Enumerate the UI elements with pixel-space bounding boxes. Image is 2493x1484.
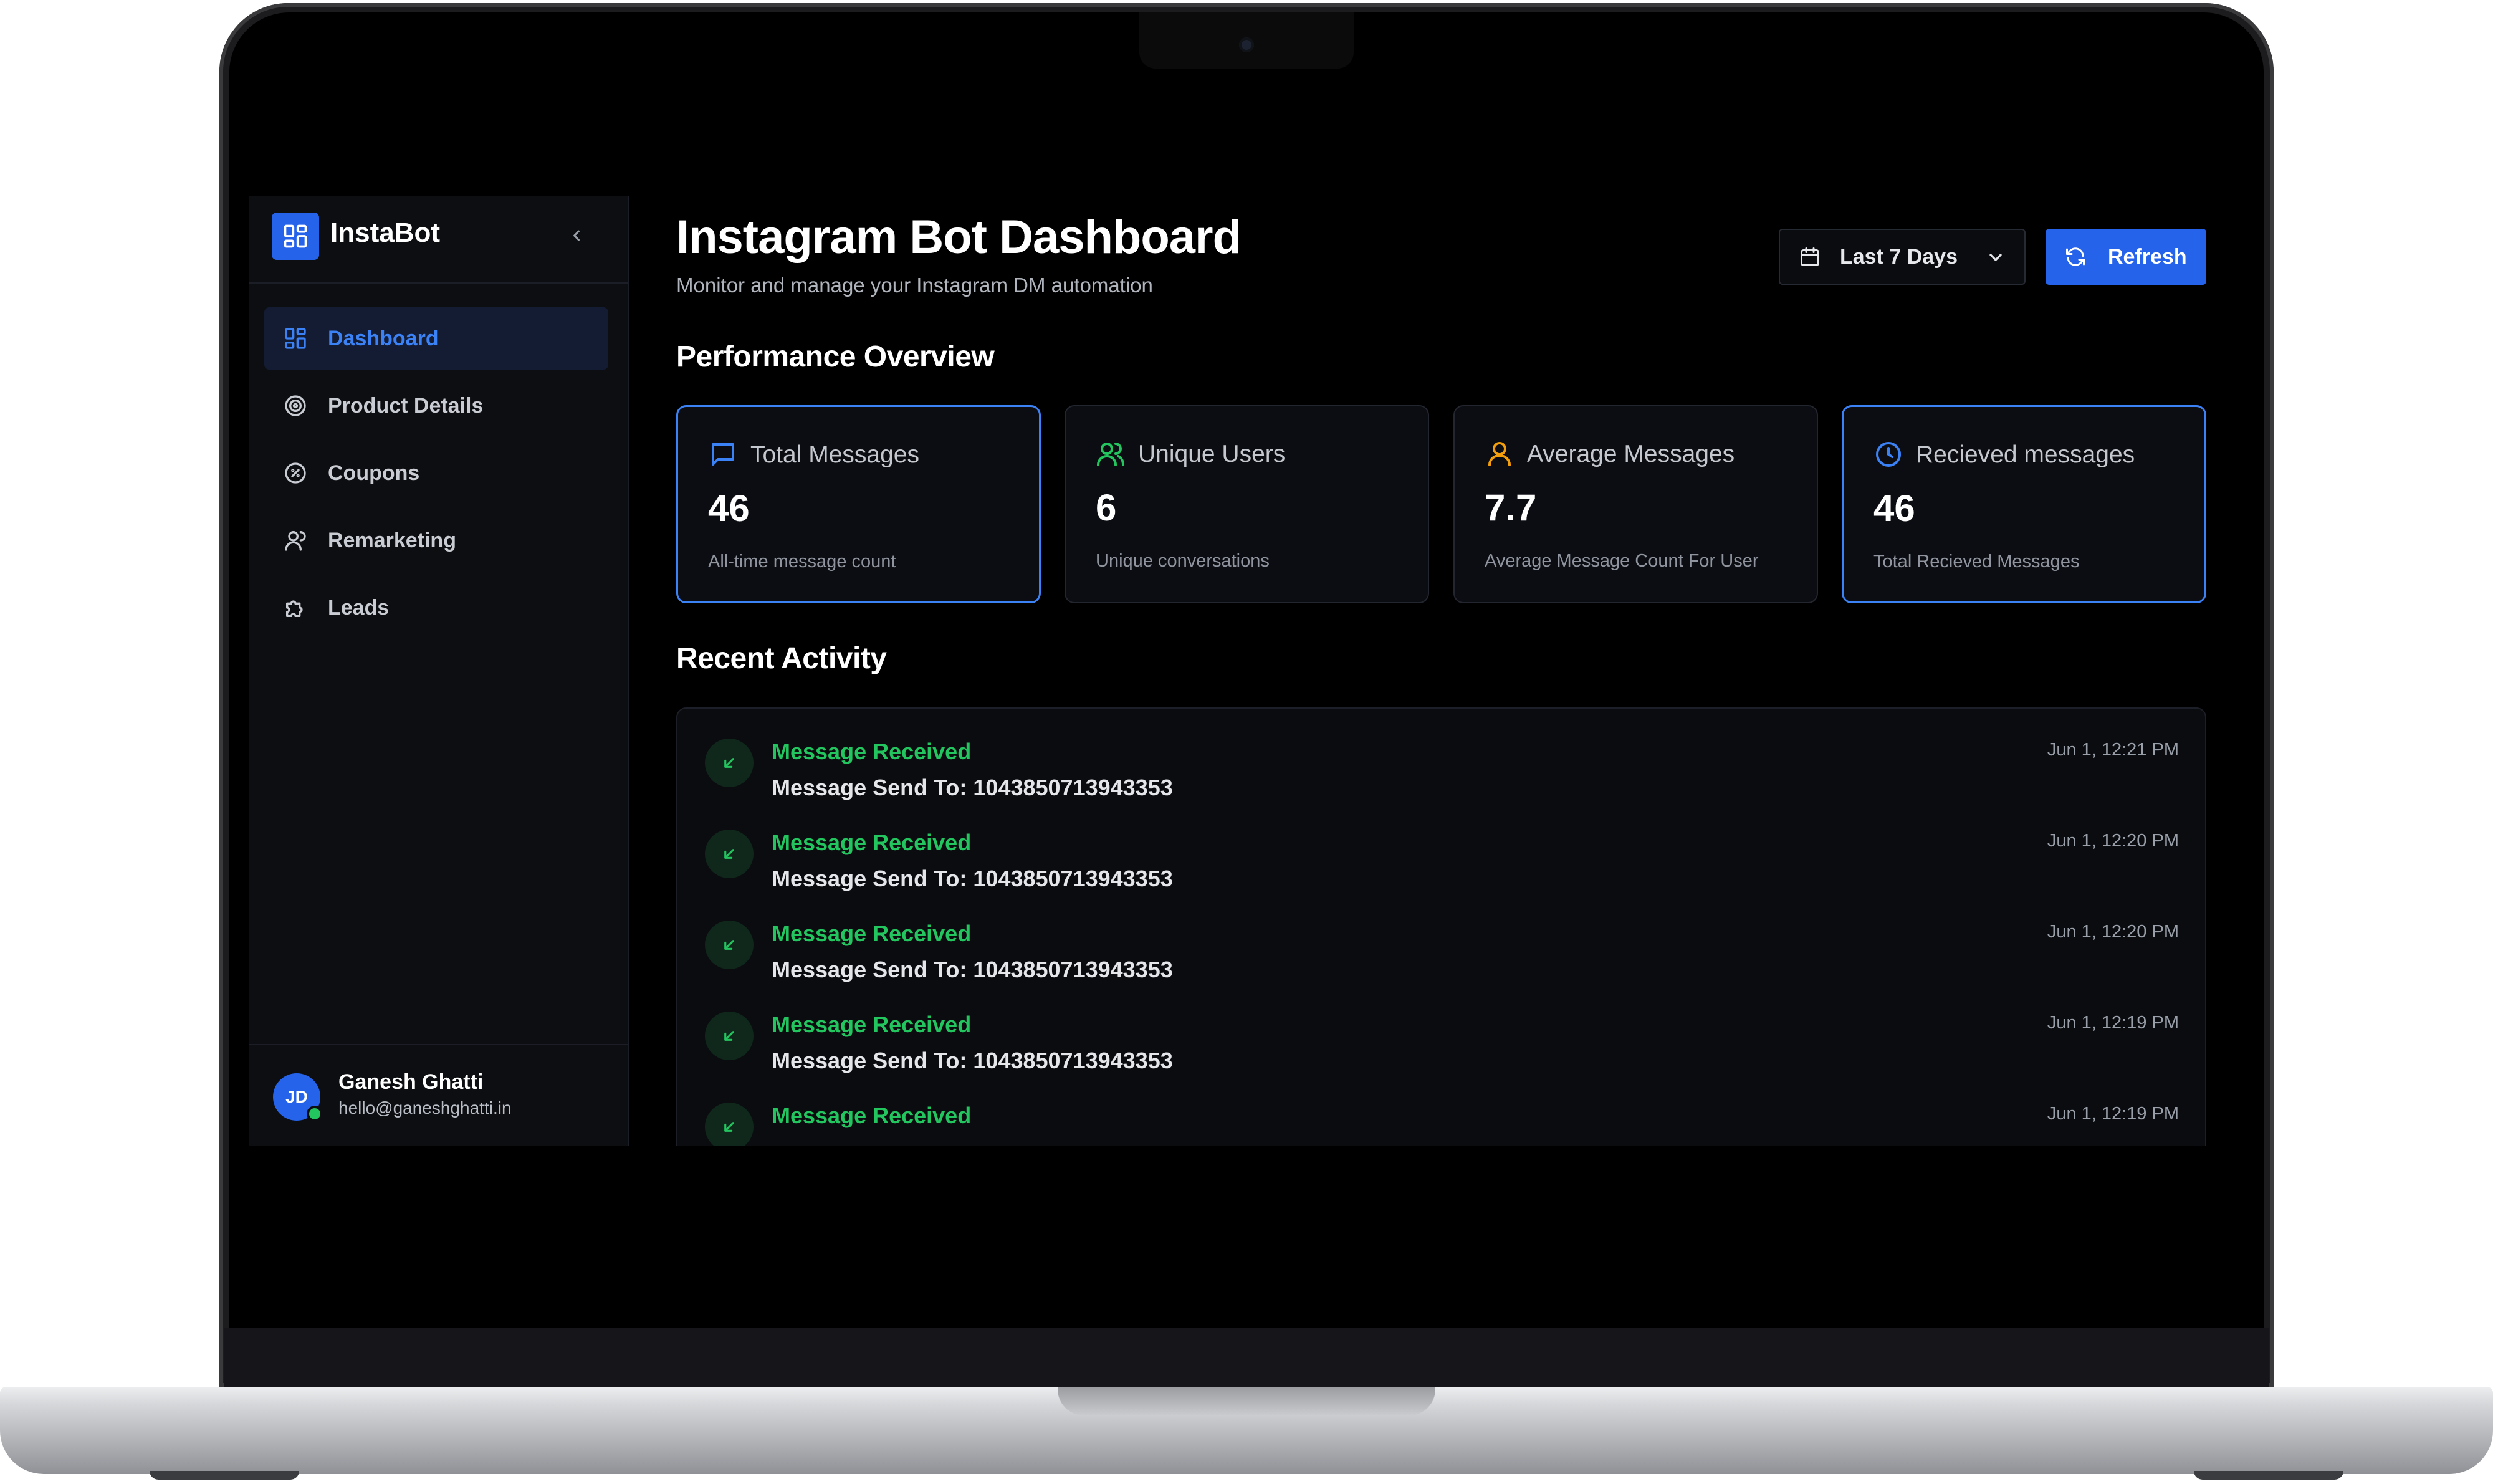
sidebar-item-label: Coupons bbox=[328, 461, 420, 485]
arrow-down-left-icon bbox=[705, 1103, 754, 1146]
clock-icon bbox=[1876, 442, 1901, 467]
activity-title: Recent Activity bbox=[676, 642, 887, 675]
sidebar-item-label: Dashboard bbox=[328, 326, 439, 350]
activity-time: Jun 1, 12:20 PM bbox=[2047, 831, 2179, 851]
puzzle-icon bbox=[282, 594, 309, 621]
stat-label: Recieved messages bbox=[1916, 441, 2135, 468]
arrow-down-left-icon bbox=[705, 1012, 754, 1060]
activity-list[interactable]: Message Received Message Send To: 104385… bbox=[676, 707, 2206, 1146]
app-name: InstaBot bbox=[330, 218, 440, 248]
laptop-chin bbox=[224, 1328, 2269, 1387]
coupon-icon bbox=[282, 459, 309, 487]
sidebar-item-coupons[interactable]: Coupons bbox=[264, 442, 608, 504]
date-range-label: Last 7 Days bbox=[1840, 244, 1958, 269]
sidebar-nav: Dashboard Product Details Coupons Remark… bbox=[264, 307, 608, 644]
stat-label: Unique Users bbox=[1138, 441, 1286, 467]
stat-card-average-messages: Average Messages 7.7 Average Message Cou… bbox=[1453, 405, 1818, 603]
activity-item[interactable]: Message Received Message Send To: 104385… bbox=[677, 800, 2205, 891]
activity-title: Message Received bbox=[772, 921, 972, 946]
stat-note: Total Recieved Messages bbox=[1873, 552, 2080, 572]
arrow-down-left-icon bbox=[705, 830, 754, 878]
refresh-button[interactable]: Refresh bbox=[2046, 229, 2206, 285]
stat-value: 6 bbox=[1096, 487, 1117, 529]
stat-note: All-time message count bbox=[708, 552, 896, 572]
chevron-down-icon bbox=[1989, 254, 2002, 261]
stat-note: Unique conversations bbox=[1096, 551, 1270, 571]
stat-card-received-messages: Recieved messages 46 Total Recieved Mess… bbox=[1842, 405, 2206, 603]
user-icon bbox=[1488, 442, 1511, 466]
activity-time: Jun 1, 12:20 PM bbox=[2047, 922, 2179, 942]
activity-item[interactable]: Message Received Message Send To: 104385… bbox=[677, 982, 2205, 1073]
user-email: hello@ganeshghatti.in bbox=[338, 1098, 512, 1118]
camera-icon bbox=[1239, 37, 1254, 52]
activity-title: Message Received bbox=[772, 830, 972, 855]
sidebar-item-product-details[interactable]: Product Details bbox=[264, 375, 608, 437]
sidebar-item-label: Remarketing bbox=[328, 528, 456, 552]
user-name: Ganesh Ghatti bbox=[338, 1070, 484, 1094]
sidebar-item-label: Leads bbox=[328, 595, 390, 620]
stat-note: Average Message Count For User bbox=[1485, 551, 1759, 571]
activity-item[interactable]: Message Received Message Send To: 104385… bbox=[677, 709, 2205, 800]
brand-header: InstaBot bbox=[249, 196, 628, 284]
laptop-foot-right bbox=[2194, 1471, 2343, 1480]
online-status-dot bbox=[307, 1106, 323, 1122]
stat-label: Average Messages bbox=[1527, 441, 1735, 467]
sidebar-item-dashboard[interactable]: Dashboard bbox=[264, 307, 608, 370]
page-title: Instagram Bot Dashboard bbox=[676, 211, 1242, 264]
grid-icon bbox=[272, 213, 319, 260]
activity-time: Jun 1, 12:19 PM bbox=[2047, 1104, 2179, 1124]
dashboard-icon bbox=[282, 325, 309, 352]
page-subtitle: Monitor and manage your Instagram DM aut… bbox=[676, 274, 1153, 297]
sidebar-item-remarketing[interactable]: Remarketing bbox=[264, 509, 608, 572]
activity-description: Message Send To: 1043850713943353 bbox=[772, 957, 1173, 982]
activity-item[interactable]: Message Received Message Send To: 104385… bbox=[677, 891, 2205, 982]
arrow-down-left-icon bbox=[705, 921, 754, 969]
user-profile[interactable]: JD Ganesh Ghatti hello@ganeshghatti.in bbox=[249, 1044, 628, 1146]
sidebar-item-label: Product Details bbox=[328, 393, 484, 418]
activity-item[interactable]: Message Received Jun 1, 12:19 PM bbox=[677, 1073, 2205, 1146]
activity-title: Message Received bbox=[772, 739, 972, 764]
activity-time: Jun 1, 12:21 PM bbox=[2047, 740, 2179, 760]
refresh-label: Refresh bbox=[2108, 244, 2187, 269]
users-icon bbox=[1097, 443, 1124, 466]
activity-description: Message Send To: 1043850713943353 bbox=[772, 775, 1173, 800]
message-icon bbox=[712, 443, 734, 466]
activity-time: Jun 1, 12:19 PM bbox=[2047, 1013, 2179, 1033]
arrow-down-left-icon bbox=[705, 739, 754, 787]
chevron-left-icon bbox=[573, 230, 580, 241]
date-range-select[interactable]: Last 7 Days bbox=[1779, 229, 2026, 285]
stat-label: Total Messages bbox=[750, 441, 919, 468]
stat-value: 7.7 bbox=[1485, 487, 1537, 529]
stat-card-total-messages: Total Messages 46 All-time message count bbox=[676, 405, 1041, 603]
laptop-base-groove bbox=[1058, 1387, 1435, 1415]
app-screen: InstaBot Dashboard Product Details Coupo… bbox=[249, 196, 2244, 1146]
stat-card-unique-users: Unique Users 6 Unique conversations bbox=[1065, 405, 1429, 603]
stat-value: 46 bbox=[708, 487, 750, 529]
collapse-sidebar-button[interactable] bbox=[561, 220, 592, 251]
sidebar-item-leads[interactable]: Leads bbox=[264, 577, 608, 639]
target-icon bbox=[282, 392, 309, 419]
activity-description: Message Send To: 1043850713943353 bbox=[772, 1048, 1173, 1073]
overview-title: Performance Overview bbox=[676, 340, 995, 373]
activity-description: Message Send To: 1043850713943353 bbox=[772, 866, 1173, 891]
user-icon bbox=[282, 527, 309, 554]
laptop-foot-left bbox=[150, 1471, 299, 1480]
stat-value: 46 bbox=[1873, 487, 1915, 529]
sidebar: InstaBot Dashboard Product Details Coupo… bbox=[249, 196, 629, 1146]
activity-title: Message Received bbox=[772, 1103, 972, 1128]
calendar-icon bbox=[1801, 247, 1819, 266]
refresh-icon bbox=[2066, 247, 2085, 266]
activity-title: Message Received bbox=[772, 1012, 972, 1037]
